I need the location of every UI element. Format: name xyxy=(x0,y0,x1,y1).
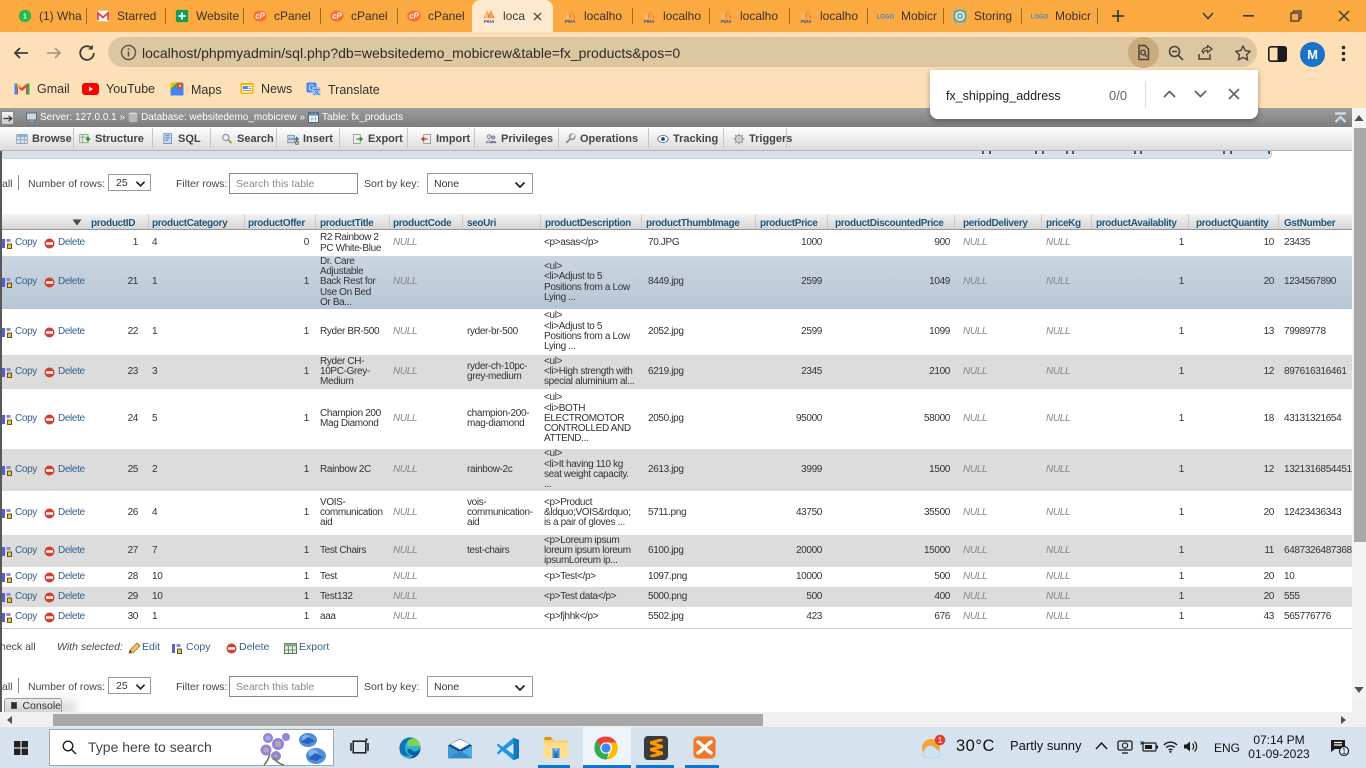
svg-text:PMA: PMA xyxy=(644,19,655,23)
svg-text:1: 1 xyxy=(23,14,27,21)
svg-text:1: 1 xyxy=(1342,747,1347,756)
svg-text:cP: cP xyxy=(332,12,342,21)
svg-text:cP: cP xyxy=(255,12,265,21)
svg-text:PMA: PMA xyxy=(565,19,576,23)
svg-text:PMA: PMA xyxy=(721,19,732,23)
svg-text:1: 1 xyxy=(938,735,943,745)
svg-text:LOGO: LOGO xyxy=(1031,15,1048,21)
svg-text:PMA: PMA xyxy=(801,19,812,23)
svg-text:cP: cP xyxy=(409,12,419,21)
svg-text:LOGO: LOGO xyxy=(877,15,894,21)
svg-text:文: 文 xyxy=(313,86,321,96)
